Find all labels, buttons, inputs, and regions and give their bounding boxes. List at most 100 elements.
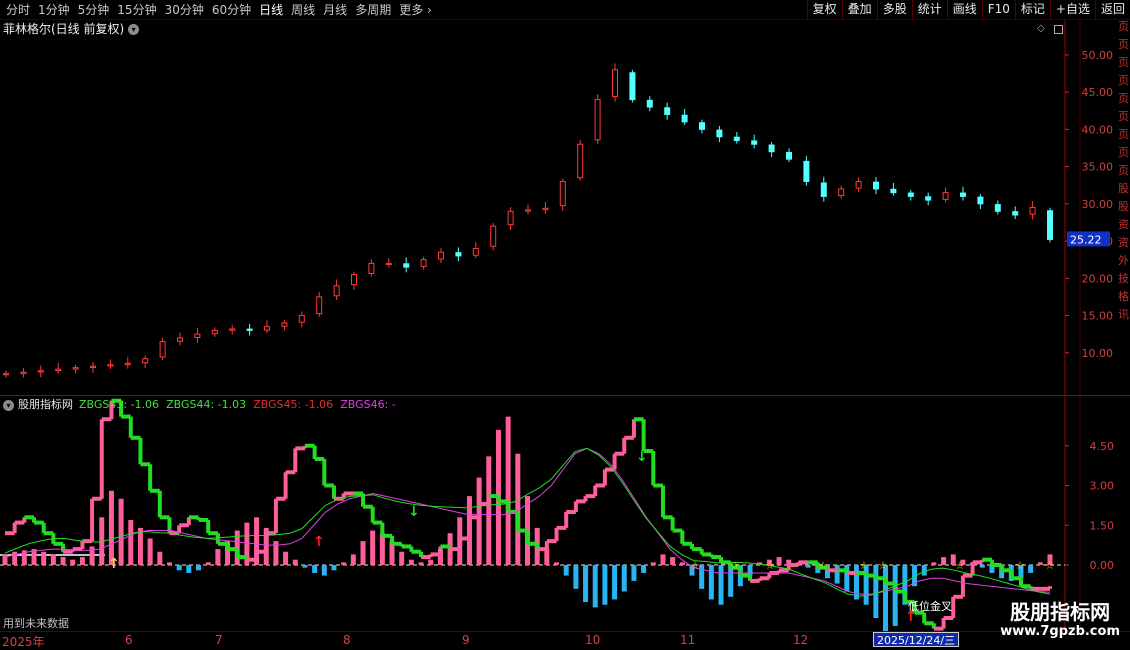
tab-4[interactable]: 30分钟 [161,1,208,19]
tab-9[interactable]: 多周期 [351,1,395,19]
tab-10[interactable]: 更多 › [395,1,436,19]
side-tab-4[interactable]: 页 [1118,92,1130,110]
side-tab-0[interactable]: 页 [1118,20,1130,38]
candle-body [907,192,914,197]
histogram-bar [892,565,898,626]
histogram-bar [486,456,492,565]
histogram-bar [128,519,134,565]
tab-5[interactable]: 60分钟 [208,1,255,19]
side-tab-11[interactable]: 资 [1118,218,1130,236]
side-tab-6[interactable]: 页 [1118,128,1130,146]
indicator-axis-label: 1.50 [1090,519,1115,532]
star-marker: ☆ [859,559,869,572]
x-axis-label-1: 6 [125,633,133,647]
candle-body [351,274,357,286]
candle-body [507,210,514,226]
toolbar-button-7[interactable]: +自选 [1049,0,1095,20]
candle-body [525,209,531,212]
side-tab-10[interactable]: 股 [1118,200,1130,218]
time-axis: 2025年 6 7 8 9 10 11 12 [0,631,1130,650]
histogram-bar [176,565,182,571]
toolbar-button-5[interactable]: F10 [981,0,1015,20]
current-price-label: 25.22 [1070,233,1102,246]
side-tab-13[interactable]: 外 [1118,254,1130,272]
right-side-tabs[interactable]: 页页页页页页页页页股股资资外技格讯 [1118,20,1130,396]
histogram-bar [583,565,589,603]
top-toolbar: 分时 1分钟 5分钟 15分钟 30分钟 60分钟 日线 周线 月线 多周期 更多 › 复权 叠加 多股… [0,0,1130,20]
indicator-chart[interactable]: 4.503.001.500.00↑↓↓↑↑ ☆ ☆ ☆ ☆ ☆ ☆ ☆ ☆ ☆低位金叉 [0,396,1130,632]
toolbar-button-3[interactable]: 统计 [911,0,947,20]
tab-2[interactable]: 5分钟 [74,1,114,19]
histogram-bar [544,549,550,565]
side-tab-5[interactable]: 页 [1118,110,1130,128]
side-tab-12[interactable]: 资 [1118,236,1130,254]
candle-body [699,122,705,130]
histogram-bar [679,562,685,565]
side-tab-9[interactable]: 股 [1118,182,1130,200]
tab-7[interactable]: 周线 [287,1,319,19]
star-marker: ☆ [878,559,888,572]
side-tab-3[interactable]: 页 [1118,74,1130,92]
signal-arrow: ↓ [408,504,420,520]
candle-body [403,263,410,268]
toolbar-button-4[interactable]: 画线 [946,0,982,20]
candle-body [1029,207,1036,215]
toolbar-button-8[interactable]: 返回 [1094,0,1130,20]
tab-8[interactable]: 月线 [319,1,351,19]
candle-body [55,368,62,371]
histogram-bar [41,551,47,565]
tab-0[interactable]: 分时 [2,1,34,19]
candle-body [646,99,653,108]
side-tab-1[interactable]: 页 [1118,38,1130,56]
histogram-bar [505,416,511,565]
histogram-bar [883,565,889,632]
toolbar-button-6[interactable]: 标记 [1014,0,1050,20]
candle-body [629,72,636,101]
histogram-bar [283,551,289,565]
x-axis-label-4: 9 [462,633,470,647]
histogram-bar [650,562,656,565]
toolbar-button-2[interactable]: 多股 [876,0,912,20]
x-axis-label-6: 11 [680,633,696,647]
tab-3[interactable]: 15分钟 [113,1,160,19]
candle-body [612,69,618,98]
candle-body [420,259,427,267]
tab-6[interactable]: 日线 [255,1,287,19]
candle-body [977,196,984,205]
histogram-bar [157,551,163,565]
side-tab-7[interactable]: 页 [1118,146,1130,164]
toolbar-button-0[interactable]: 复权 [806,0,842,20]
candle-body [385,262,392,266]
candle-body [316,296,323,315]
candle-body [716,129,723,138]
star-marker: ☆ [1045,559,1055,572]
histogram-bar [428,559,434,565]
histogram-bar [408,559,414,565]
main-price-chart[interactable]: 50.0045.0040.0035.0030.0025.0020.0015.00… [0,20,1130,396]
candle-body [855,180,862,189]
side-tab-15[interactable]: 格 [1118,290,1130,308]
candle-body [733,136,740,142]
candle-body [124,362,131,366]
histogram-bar [79,557,85,565]
candle-body [37,370,44,373]
histogram-bar [476,477,482,565]
candle-body [229,328,236,331]
side-tab-2[interactable]: 页 [1118,56,1130,74]
side-tab-16[interactable]: 讯 [1118,308,1130,326]
side-tab-14[interactable]: 技 [1118,272,1130,290]
x-axis-label-3: 8 [343,633,351,647]
chevron-down-icon[interactable]: ▾ [3,399,14,411]
side-tab-8[interactable]: 页 [1118,164,1130,182]
histogram-bar [302,565,308,568]
tab-1[interactable]: 1分钟 [34,1,74,19]
histogram-bar [1037,562,1043,565]
histogram-bar [592,565,598,608]
indicator-axis-label: 0.00 [1090,559,1115,572]
candle-body [438,251,444,260]
toolbar-button-1[interactable]: 叠加 [841,0,877,20]
candle-body [820,182,827,197]
star-marker: ☆ [955,559,965,572]
histogram-bar [612,565,618,600]
histogram-bar [979,565,985,568]
